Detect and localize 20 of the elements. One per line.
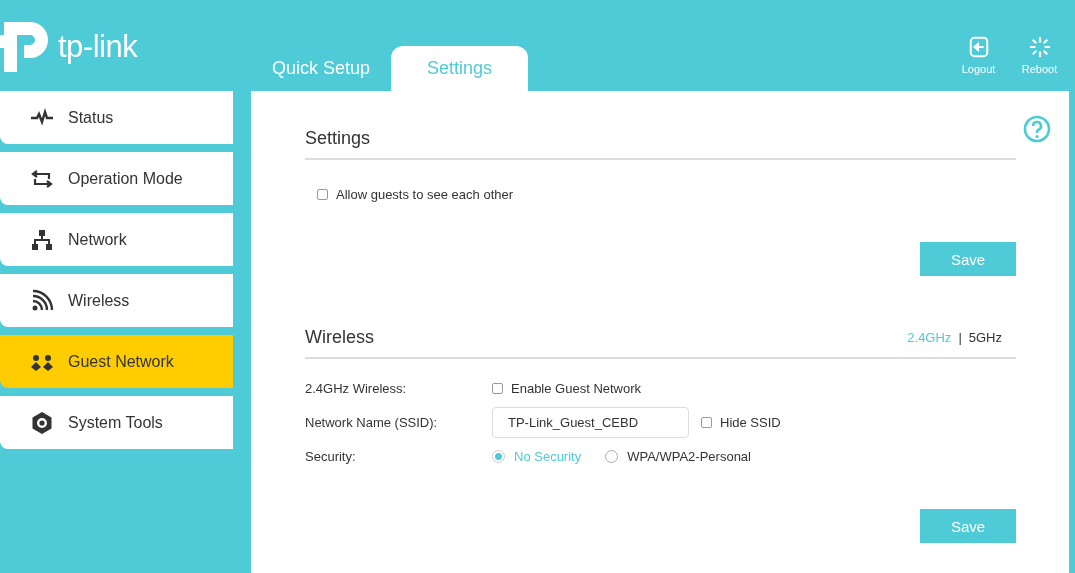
- radio-label: No Security: [514, 449, 582, 464]
- section-title: Wireless: [305, 326, 374, 348]
- sidebar-item[interactable]: System Tools: [0, 396, 233, 449]
- checkbox-label: Enable Guest Network: [511, 381, 642, 396]
- sidebar-item[interactable]: Network: [0, 213, 233, 266]
- sidebar-item[interactable]: Guest Network: [0, 335, 233, 388]
- sidebar-item[interactable]: Operation Mode: [0, 152, 233, 205]
- field-label: Security:: [305, 449, 357, 464]
- separator-text: |: [958, 329, 962, 345]
- checkbox-label: Allow guests to see each other: [336, 187, 514, 202]
- checkbox-label: Hide SSID: [720, 415, 781, 430]
- ssid-field[interactable]: TP-Link_Guest_CEBD: [492, 407, 689, 438]
- radio-label: WPA/WPA2-Personal: [627, 449, 751, 464]
- logo-text: tp-link: [58, 28, 138, 65]
- sidebar-item[interactable]: Status: [0, 91, 233, 144]
- field-label: 2.4GHz Wireless:: [305, 381, 408, 396]
- section-title: Settings: [305, 127, 371, 149]
- sidebar-item[interactable]: Wireless: [0, 274, 233, 327]
- band-link[interactable]: 5GHz: [968, 329, 1002, 345]
- field-label: Network Name (SSID):: [305, 415, 439, 430]
